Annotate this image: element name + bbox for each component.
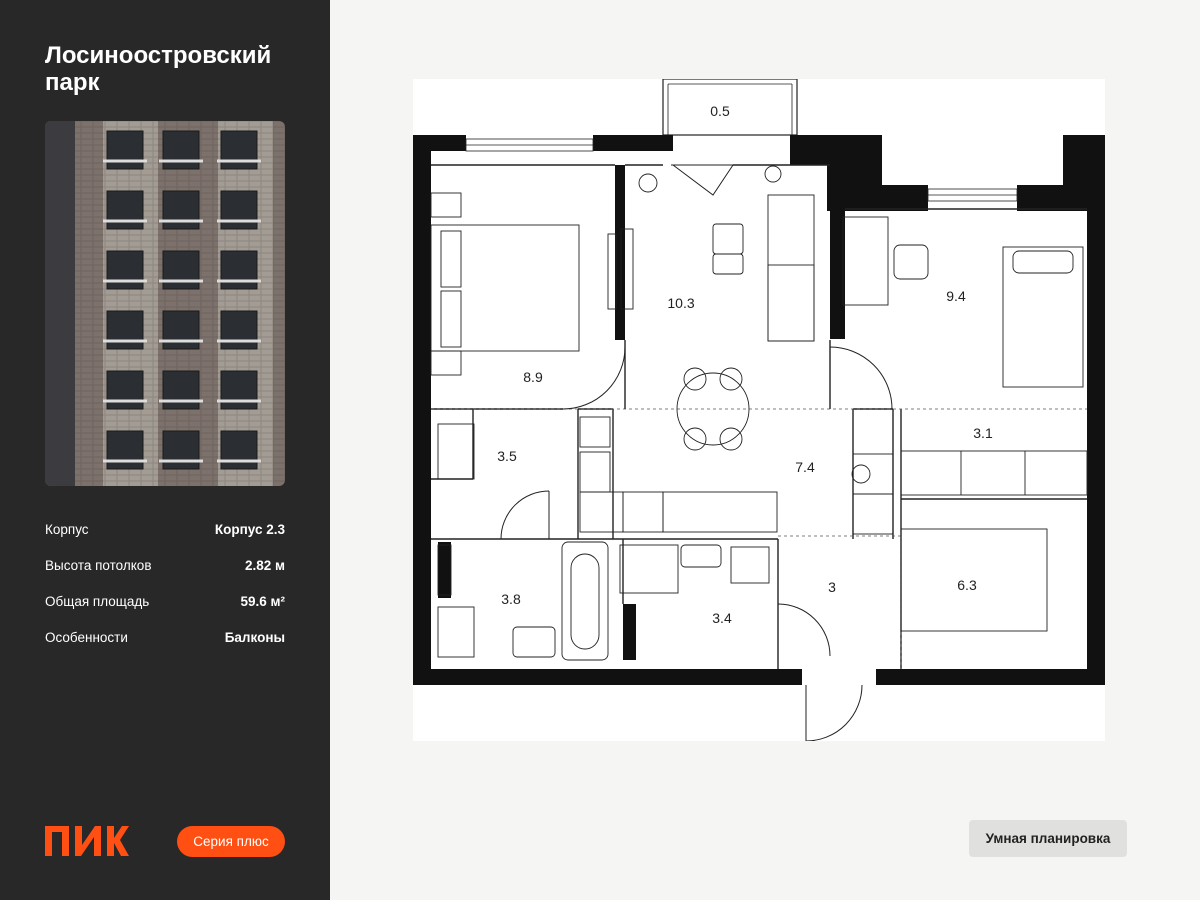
spec-row-ceiling-height: Высота потолков 2.82 м bbox=[45, 558, 285, 573]
room-area-balcony: 0.5 bbox=[710, 103, 730, 119]
spec-row-features: Особенности Балконы bbox=[45, 630, 285, 645]
room-area-wc: 3.4 bbox=[712, 610, 732, 626]
room-area-wardrobe: 3.5 bbox=[497, 448, 517, 464]
room-area-corridor: 3.1 bbox=[973, 425, 993, 441]
room-area-living: 10.3 bbox=[667, 295, 694, 311]
building-photo bbox=[45, 121, 285, 486]
spec-label: Особенности bbox=[45, 630, 128, 645]
room-area-storage: 6.3 bbox=[957, 577, 977, 593]
spec-row-building: Корпус Корпус 2.3 bbox=[45, 522, 285, 537]
room-area-hall: 3 bbox=[828, 579, 836, 595]
room-area-bathroom: 3.8 bbox=[501, 591, 521, 607]
room-area-bedroom: 8.9 bbox=[523, 369, 543, 385]
spec-value: 2.82 м bbox=[244, 558, 285, 573]
sidebar: Лосиноостровский парк Корпус Корпус 2.3 … bbox=[0, 0, 330, 900]
series-button[interactable]: Серия плюс bbox=[177, 826, 285, 857]
project-title: Лосиноостровский парк bbox=[45, 42, 272, 96]
spec-label: Корпус bbox=[45, 522, 89, 537]
spec-value: Балконы bbox=[224, 630, 285, 645]
spec-value: Корпус 2.3 bbox=[214, 522, 285, 537]
spec-value: 59.6 м² bbox=[240, 594, 285, 609]
room-area-bedroom2: 9.4 bbox=[946, 288, 966, 304]
room-area-kitchen: 7.4 bbox=[795, 459, 815, 475]
spec-label: Высота потолков bbox=[45, 558, 152, 573]
pik-logo bbox=[45, 826, 129, 856]
spec-row-total-area: Общая площадь 59.6 м² bbox=[45, 594, 285, 609]
spec-label: Общая площадь bbox=[45, 594, 150, 609]
smart-layout-badge: Умная планировка bbox=[969, 820, 1127, 857]
floor-plan: 0.5 8.9 10.3 9.4 3.5 7.4 3.1 3.8 3.4 3 6… bbox=[413, 79, 1105, 741]
